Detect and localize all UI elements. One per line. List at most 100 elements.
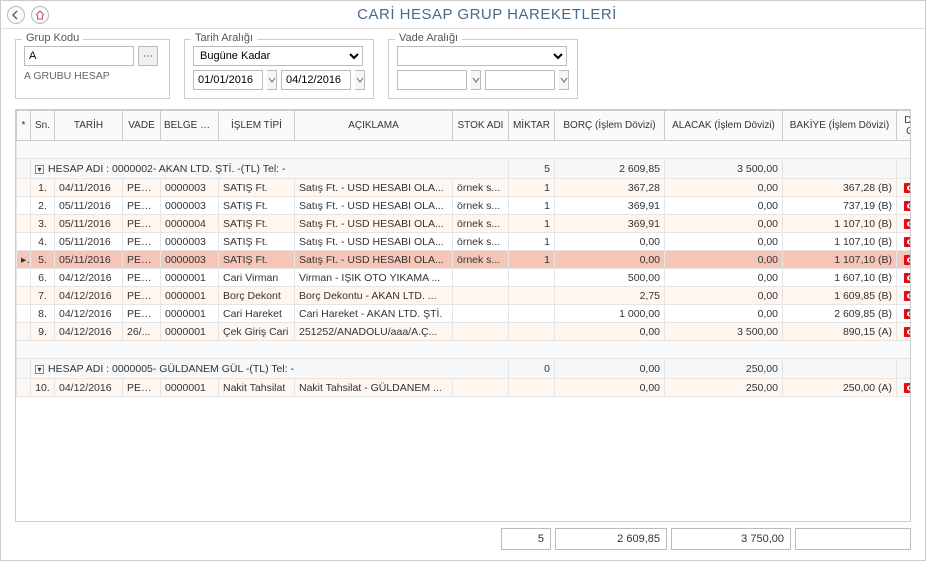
cell-bakiye: 1 607,10 (B) — [783, 269, 897, 287]
calendar-icon[interactable] — [355, 70, 365, 90]
cell-borc: 0,00 — [555, 251, 665, 269]
tarih-to-input[interactable] — [281, 70, 351, 90]
tarih-mode-select[interactable]: Bugüne Kadar — [193, 46, 363, 66]
col-vade[interactable]: VADE — [123, 111, 161, 141]
cell-sn: 5. — [31, 251, 55, 269]
grup-kodu-lookup-button[interactable]: ⋯ — [138, 46, 158, 66]
col-aciklama[interactable]: AÇIKLAMA — [295, 111, 453, 141]
table-row[interactable]: 6. 04/12/2016 PEŞİN 0000001 Cari Virman … — [17, 269, 912, 287]
col-marker[interactable]: * — [17, 111, 31, 141]
table-row[interactable]: 4. 05/11/2016 PEŞİN 0000003 SATIŞ Ft. Sa… — [17, 233, 912, 251]
vade-from-input[interactable] — [397, 70, 467, 90]
calendar-icon[interactable] — [471, 70, 481, 90]
vade-to-input[interactable] — [485, 70, 555, 90]
data-grid[interactable]: * Sn. TARİH VADE BELGE NO İŞLEM TİPİ AÇI… — [15, 109, 911, 522]
cell-tarih: 05/11/2016 — [55, 251, 123, 269]
flag-tr-icon — [904, 273, 911, 283]
cell-belge: 0000001 — [161, 269, 219, 287]
cell-doviz: TL — [897, 197, 912, 215]
group-header-row[interactable]: ▾HESAP ADI : 0000002- AKAN LTD. ŞTİ. -(T… — [17, 159, 912, 179]
totals-bar: 5 2 609,85 3 750,00 — [15, 522, 911, 550]
cell-borc: 369,91 — [555, 215, 665, 233]
cell-miktar: 1 — [509, 197, 555, 215]
table-row[interactable]: ▸ 5. 05/11/2016 PEŞİN 0000003 SATIŞ Ft. … — [17, 251, 912, 269]
table-row[interactable]: 7. 04/12/2016 PEŞİN 0000001 Borç Dekont … — [17, 287, 912, 305]
cell-vade: PEŞİN — [123, 215, 161, 233]
cell-alacak: 0,00 — [665, 215, 783, 233]
col-tarih[interactable]: TARİH — [55, 111, 123, 141]
cell-doviz: TL — [897, 287, 912, 305]
flag-tr-icon — [904, 201, 911, 211]
cell-vade: 26/... — [123, 323, 161, 341]
home-button[interactable] — [31, 6, 49, 24]
cell-bakiye: 250,00 (A) — [783, 379, 897, 397]
table-row[interactable]: 3. 05/11/2016 PEŞİN 0000004 SATIŞ Ft. Sa… — [17, 215, 912, 233]
cell-vade: PEŞİN — [123, 287, 161, 305]
table-row[interactable]: 10. 04/12/2016 PEŞİN 0000001 Nakit Tahsi… — [17, 379, 912, 397]
col-stok[interactable]: STOK ADI — [453, 111, 509, 141]
cell-tip: Cari Hareket — [219, 305, 295, 323]
cell-stok — [453, 305, 509, 323]
cell-vade: PEŞİN — [123, 379, 161, 397]
cell-sn: 1. — [31, 179, 55, 197]
vade-mode-select[interactable] — [397, 46, 567, 66]
cell-tip: Nakit Tahsilat — [219, 379, 295, 397]
col-borc[interactable]: BORÇ (İşlem Dövizi) — [555, 111, 665, 141]
tarih-from-input[interactable] — [193, 70, 263, 90]
flag-tr-icon — [904, 291, 911, 301]
cell-sn: 9. — [31, 323, 55, 341]
cell-stok: örnek s... — [453, 179, 509, 197]
page-title: CARİ HESAP GRUP HAREKETLERİ — [55, 6, 919, 23]
col-tip[interactable]: İŞLEM TİPİ — [219, 111, 295, 141]
cell-belge: 0000003 — [161, 233, 219, 251]
cell-stok: örnek s... — [453, 233, 509, 251]
group-header-row[interactable]: ▾HESAP ADI : 0000005- GÜLDANEM GÜL -(TL)… — [17, 359, 912, 379]
calendar-icon[interactable] — [267, 70, 277, 90]
col-bakiye[interactable]: BAKİYE (İşlem Dövizi) — [783, 111, 897, 141]
cell-alacak: 0,00 — [665, 269, 783, 287]
cell-aciklama: Nakit Tahsilat - GÜLDANEM ... — [295, 379, 453, 397]
col-belge[interactable]: BELGE NO — [161, 111, 219, 141]
flag-tr-icon — [904, 183, 911, 193]
grup-kodu-legend: Grup Kodu — [22, 32, 83, 44]
col-miktar[interactable]: MİKTAR — [509, 111, 555, 141]
cell-sn: 2. — [31, 197, 55, 215]
flag-tr-icon — [904, 219, 911, 229]
cell-belge: 0000001 — [161, 379, 219, 397]
cell-tip: SATIŞ Ft. — [219, 179, 295, 197]
cell-borc: 369,91 — [555, 197, 665, 215]
cell-tarih: 04/12/2016 — [55, 269, 123, 287]
cell-borc: 0,00 — [555, 379, 665, 397]
cell-alacak: 0,00 — [665, 179, 783, 197]
collapse-icon[interactable]: ▾ — [35, 165, 44, 174]
cell-tarih: 04/12/2016 — [55, 323, 123, 341]
cell-stok: örnek s... — [453, 197, 509, 215]
cell-doviz: TL — [897, 323, 912, 341]
table-row[interactable]: 8. 04/12/2016 PEŞİN 0000001 Cari Hareket… — [17, 305, 912, 323]
back-button[interactable] — [7, 6, 25, 24]
cell-tarih: 04/12/2016 — [55, 379, 123, 397]
cell-stok: örnek s... — [453, 215, 509, 233]
group-alacak: 3 500,00 — [665, 159, 783, 179]
cell-alacak: 0,00 — [665, 305, 783, 323]
collapse-icon[interactable]: ▾ — [35, 365, 44, 374]
cell-alacak: 3 500,00 — [665, 323, 783, 341]
cell-doviz: TL — [897, 233, 912, 251]
col-sn[interactable]: Sn. — [31, 111, 55, 141]
flag-tr-icon — [904, 237, 911, 247]
table-row[interactable]: 2. 05/11/2016 PEŞİN 0000003 SATIŞ Ft. Sa… — [17, 197, 912, 215]
total-alacak: 3 750,00 — [671, 528, 791, 550]
grup-kodu-input[interactable] — [24, 46, 134, 66]
cell-sn: 8. — [31, 305, 55, 323]
cell-miktar — [509, 269, 555, 287]
cell-stok — [453, 269, 509, 287]
cell-stok — [453, 323, 509, 341]
calendar-icon[interactable] — [559, 70, 569, 90]
cell-vade: PEŞİN — [123, 305, 161, 323]
table-row[interactable]: 9. 04/12/2016 26/... 0000001 Çek Giriş C… — [17, 323, 912, 341]
cell-bakiye: 367,28 (B) — [783, 179, 897, 197]
col-doviz[interactable]: DÖVİZ CİNSİ — [897, 111, 912, 141]
cell-bakiye: 737,19 (B) — [783, 197, 897, 215]
col-alacak[interactable]: ALACAK (İşlem Dövizi) — [665, 111, 783, 141]
table-row[interactable]: 1. 04/11/2016 PEŞİN 0000003 SATIŞ Ft. Sa… — [17, 179, 912, 197]
